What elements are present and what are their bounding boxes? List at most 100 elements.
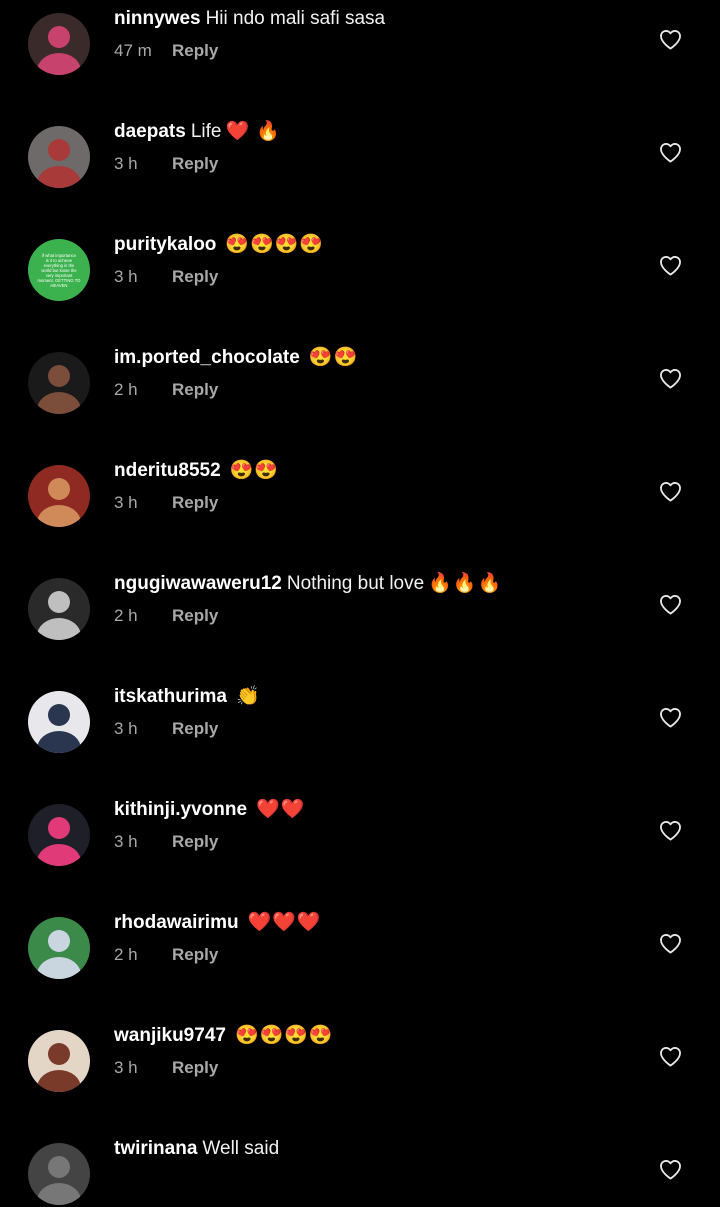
username[interactable]: rhodawairimu — [114, 912, 239, 933]
username[interactable]: ninnywes — [114, 8, 201, 29]
username[interactable]: puritykaloo — [114, 234, 216, 255]
reply-button[interactable]: Reply — [172, 154, 218, 174]
reply-button[interactable]: Reply — [172, 380, 218, 400]
timestamp: 3 h — [114, 1058, 138, 1077]
comment-item: nderitu8552 😍😍 3 h Reply — [0, 416, 720, 529]
comment-emojis: 😍😍 — [229, 460, 279, 481]
comment-item: wanjiku9747 😍😍😍😍 3 h Reply — [0, 981, 720, 1094]
comment-meta: 3 h Reply — [114, 267, 218, 287]
username[interactable]: kithinji.yvonne — [114, 799, 247, 820]
comment-emojis: 🔥🔥🔥 — [428, 573, 503, 594]
reply-button[interactable]: Reply — [172, 832, 218, 852]
username[interactable]: wanjiku9747 — [114, 1025, 226, 1046]
heart-outline-icon[interactable] — [659, 481, 682, 502]
timestamp: 3 h — [114, 832, 138, 851]
comment-item: twirinana Well said — [0, 1094, 720, 1207]
heart-outline-icon[interactable] — [659, 707, 682, 728]
comment-meta: 2 h Reply — [114, 606, 218, 626]
avatar[interactable] — [28, 126, 90, 188]
comment-text: ngugiwawaweru12 Nothing but love 🔥🔥🔥 — [114, 572, 502, 596]
comment-item: rhodawairimu ❤️❤️❤️ 2 h Reply — [0, 868, 720, 981]
avatar[interactable] — [28, 804, 90, 866]
comment-item: im.ported_chocolate 😍😍 2 h Reply — [0, 303, 720, 416]
comment-text: nderitu8552 😍😍 — [114, 459, 279, 483]
comment-body: Hii ndo mali safi sasa — [205, 8, 386, 29]
timestamp: 3 h — [114, 267, 138, 286]
comment-emojis: 😍😍😍😍 — [234, 1025, 334, 1046]
username[interactable]: ngugiwawaweru12 — [114, 573, 282, 594]
heart-outline-icon[interactable] — [659, 594, 682, 615]
comment-emojis: ❤️❤️ — [256, 799, 306, 820]
heart-outline-icon[interactable] — [659, 1159, 682, 1180]
comment-text: daepats Life ❤️ 🔥 — [114, 120, 281, 144]
comment-meta: 2 h Reply — [114, 380, 218, 400]
comment-text: im.ported_chocolate 😍😍 — [114, 346, 358, 370]
timestamp: 2 h — [114, 945, 138, 964]
reply-button[interactable]: Reply — [172, 267, 218, 287]
username[interactable]: im.ported_chocolate — [114, 347, 300, 368]
comment-meta: 2 h Reply — [114, 945, 218, 965]
timestamp: 47 m — [114, 41, 152, 60]
comment-text: kithinji.yvonne ❤️❤️ — [114, 798, 305, 822]
avatar[interactable] — [28, 691, 90, 753]
comment-text: itskathurima 👏 — [114, 685, 261, 709]
heart-outline-icon[interactable] — [659, 368, 682, 389]
avatar[interactable] — [28, 465, 90, 527]
comment-text: rhodawairimu ❤️❤️❤️ — [114, 911, 322, 935]
heart-outline-icon[interactable] — [659, 1046, 682, 1067]
avatar[interactable] — [28, 1143, 90, 1205]
timestamp: 2 h — [114, 380, 138, 399]
comment-item: if what importance is it to achieve everyt… — [0, 190, 720, 303]
comment-text: ninnywes Hii ndo mali safi sasa — [114, 7, 389, 31]
reply-button[interactable]: Reply — [172, 719, 218, 739]
comment-emojis: 😍😍 — [308, 347, 359, 368]
timestamp: 3 h — [114, 493, 138, 512]
comment-meta: 3 h Reply — [114, 832, 218, 852]
avatar[interactable] — [28, 13, 90, 75]
avatar[interactable]: if what importance is it to achieve everyt… — [28, 239, 90, 301]
username[interactable]: twirinana — [114, 1138, 197, 1159]
comment-meta: 3 h Reply — [114, 493, 218, 513]
username[interactable]: nderitu8552 — [114, 460, 221, 481]
avatar[interactable] — [28, 352, 90, 414]
avatar[interactable] — [28, 578, 90, 640]
comment-text: wanjiku9747 😍😍😍😍 — [114, 1024, 334, 1048]
heart-outline-icon[interactable] — [659, 29, 682, 50]
comment-meta: 3 h Reply — [114, 719, 218, 739]
comment-emojis: 👏 — [235, 686, 261, 707]
comment-body: Well said — [202, 1138, 280, 1159]
comment-item: daepats Life ❤️ 🔥 3 h Reply — [0, 77, 720, 190]
avatar[interactable] — [28, 1030, 90, 1092]
comment-text: puritykaloo 😍😍😍😍 — [114, 233, 324, 257]
heart-outline-icon[interactable] — [659, 142, 682, 163]
reply-button[interactable]: Reply — [172, 493, 218, 513]
reply-button[interactable]: Reply — [172, 41, 218, 61]
username[interactable]: itskathurima — [114, 686, 227, 707]
timestamp: 2 h — [114, 606, 138, 625]
timestamp: 3 h — [114, 154, 138, 173]
comment-meta: 3 h Reply — [114, 1058, 218, 1078]
comment-emojis: 😍😍😍😍 — [225, 234, 325, 255]
comment-item: ninnywes Hii ndo mali safi sasa 47 m Reply — [0, 0, 720, 77]
reply-button[interactable]: Reply — [172, 606, 218, 626]
comment-body: Nothing but love — [286, 573, 425, 594]
comment-meta: 47 m Reply — [114, 41, 218, 61]
reply-button[interactable]: Reply — [172, 1058, 218, 1078]
comment-text: twirinana Well said — [114, 1137, 283, 1161]
comment-meta: 3 h Reply — [114, 154, 218, 174]
heart-outline-icon[interactable] — [659, 820, 682, 841]
comment-body: Life — [190, 121, 222, 142]
timestamp: 3 h — [114, 719, 138, 738]
comment-meta — [114, 1171, 172, 1191]
comment-item: kithinji.yvonne ❤️❤️ 3 h Reply — [0, 755, 720, 868]
reply-button[interactable]: Reply — [172, 945, 218, 965]
comment-item: itskathurima 👏 3 h Reply — [0, 642, 720, 755]
comment-item: ngugiwawaweru12 Nothing but love 🔥🔥🔥 2 h Rep… — [0, 529, 720, 642]
comment-emojis: ❤️❤️❤️ — [247, 912, 322, 933]
username[interactable]: daepats — [114, 121, 186, 142]
comment-list: ninnywes Hii ndo mali safi sasa 47 m Reply d… — [0, 0, 720, 1207]
comment-emojis: ❤️ 🔥 — [225, 121, 282, 142]
heart-outline-icon[interactable] — [659, 255, 682, 276]
avatar[interactable] — [28, 917, 90, 979]
heart-outline-icon[interactable] — [659, 933, 682, 954]
